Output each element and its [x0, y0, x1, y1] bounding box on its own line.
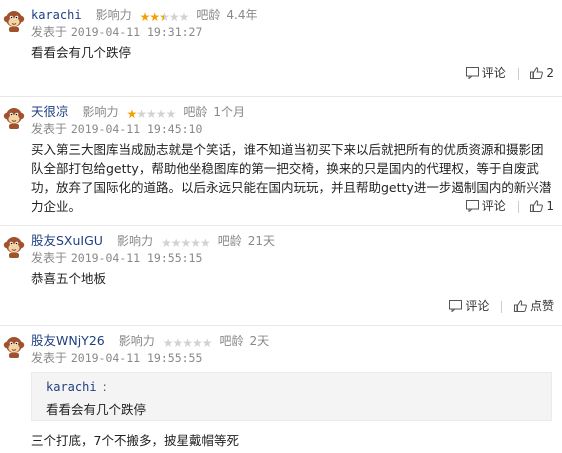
- comment-meta: 股友WNjY26 影响力 ★★★★★ 吧龄 2天: [31, 333, 269, 351]
- star-icon: ★: [136, 107, 147, 121]
- action-divider: [501, 300, 503, 313]
- quoted-username: karachi:: [46, 380, 107, 394]
- comment-button-label: 评论: [481, 199, 506, 213]
- comment-meta: 股友SXuIGU 影响力 ★★★★★ 吧龄 21天: [31, 233, 275, 251]
- influence-label: 影响力: [118, 334, 155, 348]
- influence-label: 影响力: [95, 8, 132, 22]
- star-icon: ★: [146, 107, 157, 121]
- comment-button-label: 评论: [465, 299, 490, 313]
- action-divider: [517, 200, 519, 213]
- timestamp: 2019-04-11 19:55:55: [70, 351, 203, 365]
- comment-button-label: 评论: [481, 66, 506, 80]
- thumbs-up-icon: [514, 300, 527, 312]
- star-icon: ★: [126, 107, 138, 121]
- timestamp: 2019-04-11 19:55:15: [70, 251, 203, 265]
- comment-actions: 评论 1: [466, 197, 554, 215]
- quoted-content: 看看会有几个跌停: [46, 402, 147, 417]
- star-icon: ★: [160, 236, 172, 250]
- username-link[interactable]: 股友SXuIGU: [31, 233, 103, 248]
- star-icon: ★: [139, 10, 151, 24]
- comment-content: 看看会有几个跌停: [31, 45, 132, 60]
- comment-button[interactable]: 评论: [449, 297, 489, 314]
- avatar-icon[interactable]: [3, 334, 25, 358]
- forum-age-label: 吧龄: [219, 334, 244, 348]
- star-half-icon: ★: [159, 10, 170, 24]
- avatar-icon[interactable]: [3, 234, 25, 258]
- influence-stars: ★★★★★: [160, 235, 211, 251]
- comment-meta: karachi 影响力 ★★★★★ 吧龄 4.4年: [31, 7, 257, 25]
- comment-button[interactable]: 评论: [466, 197, 506, 214]
- influence-label: 影响力: [116, 234, 153, 248]
- publish-time: 发表于 2019-04-11 19:45:10: [31, 122, 202, 137]
- posted-at-label: 发表于: [31, 122, 68, 136]
- comment-button[interactable]: 评论: [466, 64, 506, 81]
- timestamp: 2019-04-11 19:31:27: [70, 25, 203, 39]
- like-button[interactable]: 点赞: [514, 297, 554, 314]
- action-divider: [517, 67, 519, 80]
- star-icon: ★: [192, 336, 203, 350]
- avatar-icon[interactable]: [3, 105, 25, 129]
- posted-at-label: 发表于: [31, 251, 68, 265]
- star-icon: ★: [182, 336, 193, 350]
- influence-stars: ★★★★★: [126, 106, 177, 122]
- influence-stars: ★★★★★: [139, 9, 190, 25]
- forum-age-value: 21天: [247, 234, 276, 248]
- star-icon: ★: [201, 336, 213, 350]
- username-link[interactable]: karachi: [31, 8, 82, 22]
- username-link[interactable]: 天很凉: [31, 104, 69, 119]
- star-icon: ★: [172, 336, 183, 350]
- comment-icon: [449, 300, 462, 312]
- quoted-username-link[interactable]: karachi: [46, 380, 97, 394]
- star-icon: ★: [190, 236, 201, 250]
- forum-age-value: 1个月: [213, 105, 245, 119]
- comment-actions: 评论 2: [466, 64, 554, 82]
- forum-age-value: 4.4年: [226, 8, 258, 22]
- like-button-label: 点赞: [529, 299, 554, 313]
- timestamp: 2019-04-11 19:45:10: [70, 122, 203, 136]
- like-count: 1: [546, 198, 554, 213]
- avatar-icon[interactable]: [3, 8, 25, 32]
- forum-age-label: 吧龄: [183, 105, 208, 119]
- star-icon: ★: [165, 107, 177, 121]
- posted-at-label: 发表于: [31, 25, 68, 39]
- star-icon: ★: [178, 10, 190, 24]
- star-icon: ★: [170, 236, 182, 250]
- comment-icon: [466, 67, 479, 79]
- posted-at-label: 发表于: [31, 351, 68, 365]
- star-icon: ★: [168, 10, 180, 24]
- quoted-comment: karachi: 看看会有几个跌停: [31, 372, 552, 421]
- comment-content: 三个打底，7个不搬多，披星戴帽等死: [31, 433, 239, 448]
- star-icon: ★: [149, 10, 160, 24]
- forum-age-label: 吧龄: [196, 8, 221, 22]
- quote-colon: :: [102, 380, 107, 394]
- comment-item: karachi 影响力 ★★★★★ 吧龄 4.4年 发表于 2019-04-11…: [0, 0, 562, 97]
- star-icon: ★: [200, 236, 211, 250]
- username-link[interactable]: 股友WNjY26: [31, 333, 105, 348]
- influence-label: 影响力: [82, 105, 119, 119]
- publish-time: 发表于 2019-04-11 19:55:15: [31, 251, 202, 266]
- thumbs-up-icon: [530, 200, 543, 212]
- comment-meta: 天很凉 影响力 ★★★★★ 吧龄 1个月: [31, 104, 245, 122]
- publish-time: 发表于 2019-04-11 19:55:55: [31, 351, 202, 366]
- like-button[interactable]: 2: [530, 66, 554, 80]
- thumbs-up-icon: [530, 67, 543, 79]
- comment-actions: 评论 点赞: [449, 297, 554, 315]
- like-count: 2: [546, 65, 554, 80]
- comment-item: 股友WNjY26 影响力 ★★★★★ 吧龄 2天 发表于 2019-04-11 …: [0, 326, 562, 453]
- comment-content: 恭喜五个地板: [31, 271, 107, 286]
- star-icon: ★: [155, 107, 167, 121]
- comment-item: 股友SXuIGU 影响力 ★★★★★ 吧龄 21天 发表于 2019-04-11…: [0, 226, 562, 326]
- forum-age-value: 2天: [249, 334, 270, 348]
- forum-age-label: 吧龄: [217, 234, 242, 248]
- comment-icon: [466, 200, 479, 212]
- star-icon: ★: [180, 236, 191, 250]
- comment-item: 天很凉 影响力 ★★★★★ 吧龄 1个月 发表于 2019-04-11 19:4…: [0, 97, 562, 226]
- influence-stars: ★★★★★: [163, 335, 213, 351]
- publish-time: 发表于 2019-04-11 19:31:27: [31, 25, 202, 40]
- like-button[interactable]: 1: [530, 199, 554, 213]
